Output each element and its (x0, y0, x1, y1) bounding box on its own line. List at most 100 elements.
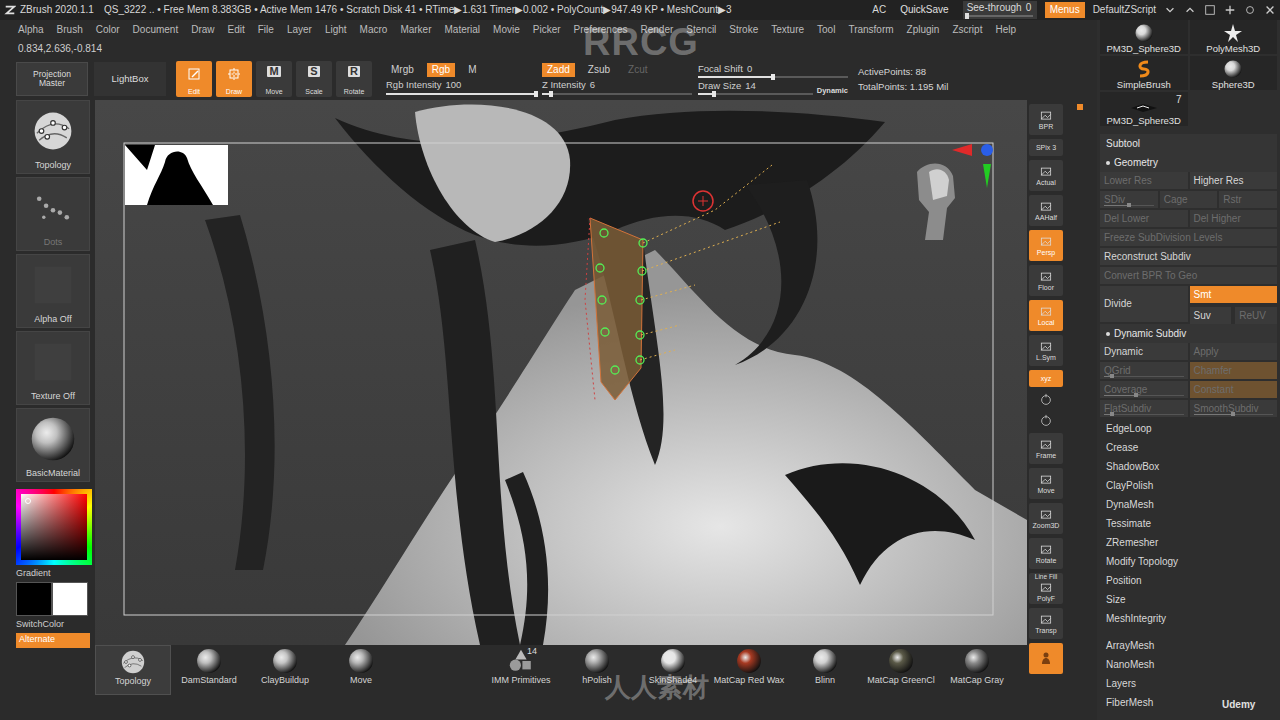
nanomesh-palette[interactable]: NanoMesh (1100, 655, 1277, 674)
tool-thumbnail[interactable]: SimpleBrush (1100, 56, 1188, 90)
tool-thumbnail[interactable]: 7PM3D_Sphere3D (1100, 92, 1188, 126)
menu-item[interactable]: Preferences (574, 24, 628, 36)
menu-item[interactable]: Movie (493, 24, 520, 36)
geometry-header[interactable]: Geometry (1100, 153, 1277, 172)
higher-res-button[interactable]: Higher Res (1190, 172, 1278, 191)
persp-button[interactable]: Persp (1029, 230, 1063, 261)
menu-item[interactable]: Tool (817, 24, 835, 36)
menu-item[interactable]: Layer (287, 24, 312, 36)
basicmaterial-slot[interactable]: BasicMaterial (16, 408, 90, 482)
menu-item[interactable]: Zscript (952, 24, 982, 36)
edgeloop-subpalette[interactable]: EdgeLoop (1100, 419, 1277, 438)
frame-button[interactable]: Frame (1029, 433, 1063, 464)
imm-primitives-shortcut[interactable]: 14IMM Primitives (483, 645, 559, 695)
menu-item[interactable]: Document (133, 24, 179, 36)
fibermesh-palette[interactable]: FiberMesh (1100, 693, 1277, 712)
zadd-toggle[interactable]: Zadd (542, 63, 575, 77)
menu-item[interactable]: Color (96, 24, 120, 36)
menu-item[interactable]: Stroke (729, 24, 758, 36)
menu-item[interactable]: Material (445, 24, 481, 36)
floor-button[interactable]: Floor (1029, 265, 1063, 296)
subtool-palette[interactable]: Subtool (1100, 134, 1277, 153)
menu-item[interactable]: Marker (400, 24, 431, 36)
layers-palette[interactable]: Layers (1100, 674, 1277, 693)
matcap-greencl-shortcut[interactable]: MatCap GreenCl (863, 645, 939, 695)
bpr-button[interactable]: BPR (1029, 104, 1063, 135)
topology-shortcut[interactable]: Topology (95, 645, 171, 695)
viewport[interactable] (95, 100, 1027, 645)
menu-item[interactable]: Alpha (18, 24, 44, 36)
dots-slot[interactable]: Dots (16, 177, 90, 251)
suv-button[interactable]: Suv (1190, 307, 1232, 324)
texture-off-slot[interactable]: Texture Off (16, 331, 90, 405)
actual-button[interactable]: Actual (1029, 160, 1063, 191)
dynamic-subdiv-header[interactable]: Dynamic Subdiv (1100, 324, 1277, 343)
reconstruct-subdiv-button[interactable]: Reconstruct Subdiv (1100, 248, 1277, 267)
alpha-off-slot[interactable]: Alpha Off (16, 254, 90, 328)
rgb-intensity-slider[interactable]: Rgb Intensity100 (386, 79, 536, 94)
transp-button[interactable]: Transp (1029, 608, 1063, 639)
menu-item[interactable]: Macro (360, 24, 388, 36)
hpolish-shortcut[interactable]: hPolish (559, 645, 635, 695)
xyz-button[interactable]: xyz (1029, 370, 1063, 387)
mrgb-toggle[interactable]: Mrgb (386, 63, 419, 77)
zoom3d-button[interactable]: Zoom3D (1029, 503, 1063, 534)
z-intensity-slider[interactable]: Z Intensity6 (542, 79, 692, 94)
color-field[interactable] (21, 494, 87, 560)
draw-size-slider[interactable]: Draw Size14 (698, 80, 813, 95)
menu-item[interactable]: Zplugin (907, 24, 940, 36)
position-subpalette[interactable]: Position (1100, 571, 1277, 590)
rgb-toggle[interactable]: Rgb (427, 63, 455, 77)
color-swatch[interactable] (16, 582, 52, 616)
shadowbox-subpalette[interactable]: ShadowBox (1100, 457, 1277, 476)
arraymesh-palette[interactable]: ArrayMesh (1100, 636, 1277, 655)
alternate-button[interactable]: Alternate (16, 633, 90, 648)
ac-button[interactable]: AC (872, 4, 886, 16)
dynamic-button[interactable]: Dynamic (817, 86, 848, 95)
move-button[interactable]: Move (1029, 468, 1063, 499)
menu-item[interactable]: Stencil (686, 24, 716, 36)
scale-mode-button[interactable]: SScale (296, 61, 332, 97)
tool-thumbnail[interactable]: Sphere3D (1190, 56, 1278, 90)
topology-slot[interactable]: Topology (16, 100, 90, 174)
skinshade4-shortcut[interactable]: SkinShade4 (635, 645, 711, 695)
blinn-shortcut[interactable]: Blinn (787, 645, 863, 695)
smt-button[interactable]: Smt (1190, 286, 1278, 303)
menu-item[interactable]: Edit (228, 24, 245, 36)
polyf-button[interactable]: Line FillPolyF (1029, 573, 1063, 604)
m-toggle[interactable]: M (463, 63, 481, 77)
menu-item[interactable]: Light (325, 24, 347, 36)
local-button[interactable]: Local (1029, 300, 1063, 331)
move-mode-button[interactable]: MMove (256, 61, 292, 97)
view-toggle-17-button[interactable] (1029, 643, 1063, 674)
focal-shift-slider[interactable]: Focal Shift0 (698, 63, 848, 78)
crease-subpalette[interactable]: Crease (1100, 438, 1277, 457)
rotate-mode-button[interactable]: RRotate (336, 61, 372, 97)
menus-button[interactable]: Menus (1045, 2, 1085, 18)
tool-thumbnail[interactable]: PM3D_Sphere3D (1100, 20, 1188, 54)
matcap-gray-shortcut[interactable]: MatCap Gray (939, 645, 1015, 695)
matcap-red-wax-shortcut[interactable]: MatCap Red Wax (711, 645, 787, 695)
damstandard-shortcut[interactable]: DamStandard (171, 645, 247, 695)
move-shortcut[interactable]: Move (323, 645, 399, 695)
color-picker[interactable] (16, 489, 92, 565)
claypolish-subpalette[interactable]: ClayPolish (1100, 476, 1277, 495)
claybuildup-shortcut[interactable]: ClayBuildup (247, 645, 323, 695)
size-subpalette[interactable]: Size (1100, 590, 1277, 609)
script-name[interactable]: DefaultZScript (1093, 4, 1156, 16)
see-through-slider[interactable]: See-through0 (963, 1, 1037, 19)
menu-item[interactable]: Render (641, 24, 674, 36)
projection-master-button[interactable]: Projection Master (16, 62, 88, 96)
menu-item[interactable]: Brush (57, 24, 83, 36)
modify-topology-subpalette[interactable]: Modify Topology (1100, 552, 1277, 571)
zremesher-subpalette[interactable]: ZRemesher (1100, 533, 1277, 552)
menu-item[interactable]: Help (995, 24, 1016, 36)
menu-item[interactable]: Texture (771, 24, 804, 36)
rotate-button[interactable]: Rotate (1029, 538, 1063, 569)
dynamic-button[interactable]: Dynamic (1100, 343, 1188, 362)
zsub-toggle[interactable]: Zsub (583, 63, 615, 77)
tessimate-subpalette[interactable]: Tessimate (1100, 514, 1277, 533)
quicksave-button[interactable]: QuickSave (894, 3, 954, 17)
tool-thumbnail[interactable]: PolyMesh3D (1190, 20, 1278, 54)
draw-mode-button[interactable]: Draw (216, 61, 252, 97)
